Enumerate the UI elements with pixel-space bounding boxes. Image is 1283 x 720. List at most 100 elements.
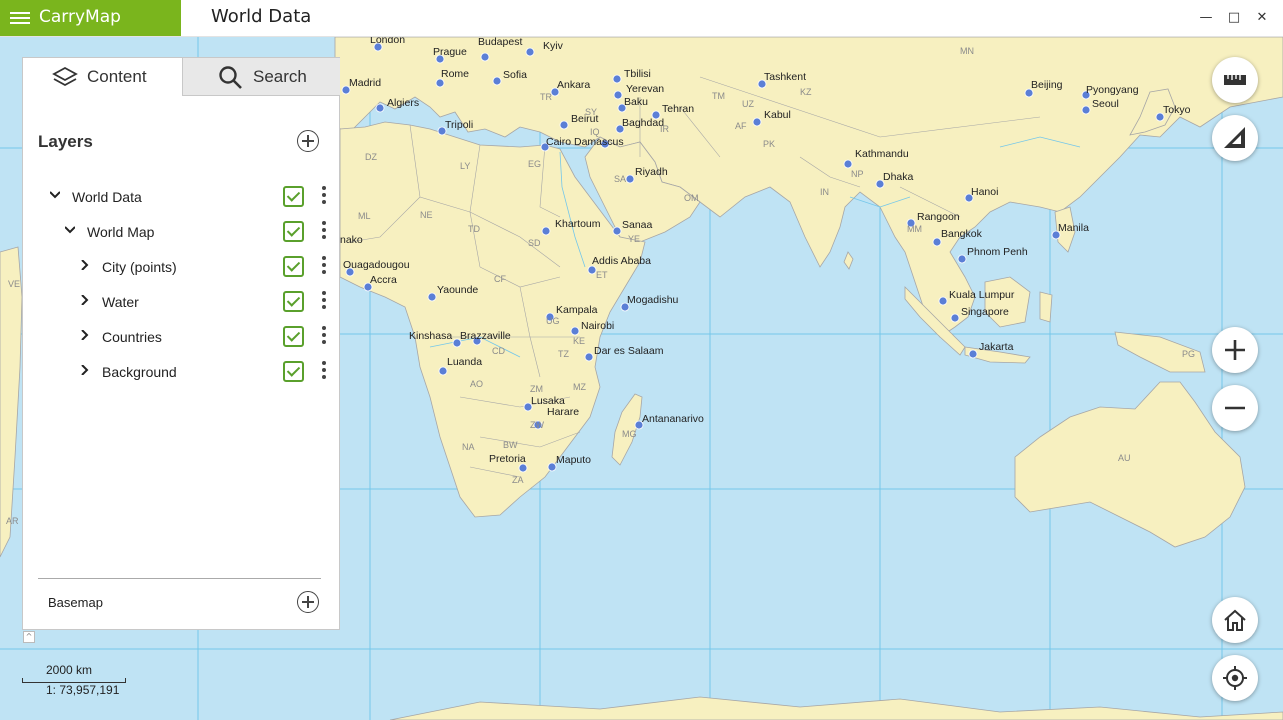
city-label: Tehran bbox=[662, 103, 694, 115]
map-scale: 2000 km 1: 73,957,191 bbox=[20, 662, 130, 702]
country-code-label: CF bbox=[494, 274, 506, 284]
more-options-icon[interactable] bbox=[322, 256, 328, 278]
country-code-label: KE bbox=[573, 336, 585, 346]
country-code-label: SY bbox=[585, 107, 597, 117]
close-button[interactable]: ✕ bbox=[1252, 8, 1272, 28]
basemap-label: Basemap bbox=[48, 595, 103, 610]
city-label: Madrid bbox=[349, 77, 381, 89]
panel-divider bbox=[38, 578, 321, 579]
country-code-label: KZ bbox=[800, 87, 812, 97]
city-label: Yaounde bbox=[437, 284, 478, 296]
city-label: Luanda bbox=[447, 356, 482, 368]
city-label: Tripoli bbox=[445, 119, 473, 131]
city-label: Kathmandu bbox=[855, 148, 909, 160]
layer-name: City (points) bbox=[102, 259, 177, 275]
minimize-button[interactable]: — bbox=[1196, 8, 1216, 28]
city-label: Kuala Lumpur bbox=[949, 289, 1015, 301]
country-code-label: UG bbox=[546, 316, 560, 326]
city-label: Prague bbox=[433, 46, 467, 58]
country-code-label: EG bbox=[528, 159, 541, 169]
maximize-button[interactable]: □ bbox=[1224, 8, 1244, 28]
city-label: nako bbox=[340, 234, 363, 246]
city-label: Maputo bbox=[556, 454, 591, 466]
layer-row-world-map[interactable]: World Map bbox=[23, 215, 339, 250]
more-options-icon[interactable] bbox=[322, 361, 328, 383]
country-code-label: NE bbox=[420, 210, 433, 220]
city-label: Bangkok bbox=[941, 228, 983, 240]
zoom-out-button[interactable] bbox=[1212, 385, 1258, 431]
search-icon bbox=[219, 66, 242, 89]
country-code-label: PG bbox=[1182, 349, 1195, 359]
city-label: Kampala bbox=[556, 304, 598, 316]
country-code-label: TZ bbox=[558, 349, 569, 359]
city-label: Singapore bbox=[961, 306, 1009, 318]
measure-distance-button[interactable] bbox=[1212, 57, 1258, 103]
layer-visibility-checkbox[interactable] bbox=[283, 291, 304, 312]
layer-row-water[interactable]: Water bbox=[23, 285, 339, 320]
city-label: Baghdad bbox=[622, 117, 664, 129]
city-label: Pyongyang bbox=[1086, 84, 1139, 96]
collapse-panel-icon[interactable]: ^ bbox=[23, 631, 35, 643]
layer-row-background[interactable]: Background bbox=[23, 355, 339, 390]
country-code-label: IQ bbox=[590, 127, 600, 137]
city-label: Budapest bbox=[478, 37, 522, 48]
measure-area-button[interactable] bbox=[1212, 115, 1258, 161]
more-options-icon[interactable] bbox=[322, 221, 328, 243]
country-code-label: ML bbox=[358, 211, 371, 221]
chevron-down-icon[interactable] bbox=[65, 225, 75, 235]
ruler-icon bbox=[1224, 75, 1246, 85]
my-location-button[interactable] bbox=[1212, 655, 1258, 701]
chevron-right-icon[interactable] bbox=[80, 295, 90, 305]
document-title: World Data bbox=[211, 6, 312, 27]
city-label: Sofia bbox=[503, 69, 527, 81]
country-code-label: CD bbox=[492, 346, 505, 356]
country-code-label: OM bbox=[684, 193, 699, 203]
country-code-label: NA bbox=[462, 442, 475, 452]
country-code-label: SD bbox=[528, 238, 541, 248]
layer-row-city-points[interactable]: City (points) bbox=[23, 250, 339, 285]
layer-visibility-checkbox[interactable] bbox=[283, 361, 304, 382]
chevron-right-icon[interactable] bbox=[80, 260, 90, 270]
city-label: Pretoria bbox=[489, 453, 526, 465]
add-basemap-button[interactable] bbox=[297, 591, 319, 613]
app-name: CarryMap bbox=[39, 7, 121, 27]
country-code-label: PK bbox=[763, 139, 775, 149]
home-button[interactable] bbox=[1212, 597, 1258, 643]
country-code-label: SA bbox=[614, 174, 626, 184]
layer-row-world-data[interactable]: World Data bbox=[23, 180, 339, 215]
country-code-label: TD bbox=[468, 224, 480, 234]
country-code-label: UZ bbox=[742, 99, 754, 109]
app-brand[interactable]: CarryMap bbox=[0, 0, 181, 36]
layer-visibility-checkbox[interactable] bbox=[283, 221, 304, 242]
city-label: Baku bbox=[624, 96, 648, 108]
tab-content[interactable]: Content bbox=[23, 58, 182, 96]
layer-visibility-checkbox[interactable] bbox=[283, 186, 304, 207]
city-label: Jakarta bbox=[979, 341, 1014, 353]
hamburger-menu-icon[interactable] bbox=[10, 12, 30, 24]
country-code-label: VE bbox=[8, 279, 20, 289]
add-layer-button[interactable] bbox=[297, 130, 319, 152]
tab-search[interactable]: Search bbox=[182, 58, 340, 96]
zoom-in-button[interactable] bbox=[1212, 327, 1258, 373]
more-options-icon[interactable] bbox=[322, 186, 328, 208]
layer-visibility-checkbox[interactable] bbox=[283, 256, 304, 277]
chevron-right-icon[interactable] bbox=[80, 365, 90, 375]
layer-name: Countries bbox=[102, 329, 162, 345]
city-label: Kinshasa bbox=[409, 330, 452, 342]
chevron-right-icon[interactable] bbox=[80, 330, 90, 340]
country-code-label: NP bbox=[851, 169, 864, 179]
scale-ratio: 1: 73,957,191 bbox=[46, 683, 120, 697]
country-code-label: MM bbox=[907, 224, 922, 234]
tab-search-label: Search bbox=[253, 67, 307, 86]
more-options-icon[interactable] bbox=[322, 326, 328, 348]
country-code-label: MZ bbox=[573, 382, 586, 392]
city-label: Phnom Penh bbox=[967, 246, 1028, 258]
city-label: Damascus bbox=[574, 136, 624, 148]
layer-name: Water bbox=[102, 294, 139, 310]
chevron-down-icon[interactable] bbox=[50, 190, 60, 200]
layers-heading: Layers bbox=[38, 132, 93, 151]
layer-visibility-checkbox[interactable] bbox=[283, 326, 304, 347]
more-options-icon[interactable] bbox=[322, 291, 328, 313]
layer-row-countries[interactable]: Countries bbox=[23, 320, 339, 355]
city-label: Rome bbox=[441, 68, 469, 80]
